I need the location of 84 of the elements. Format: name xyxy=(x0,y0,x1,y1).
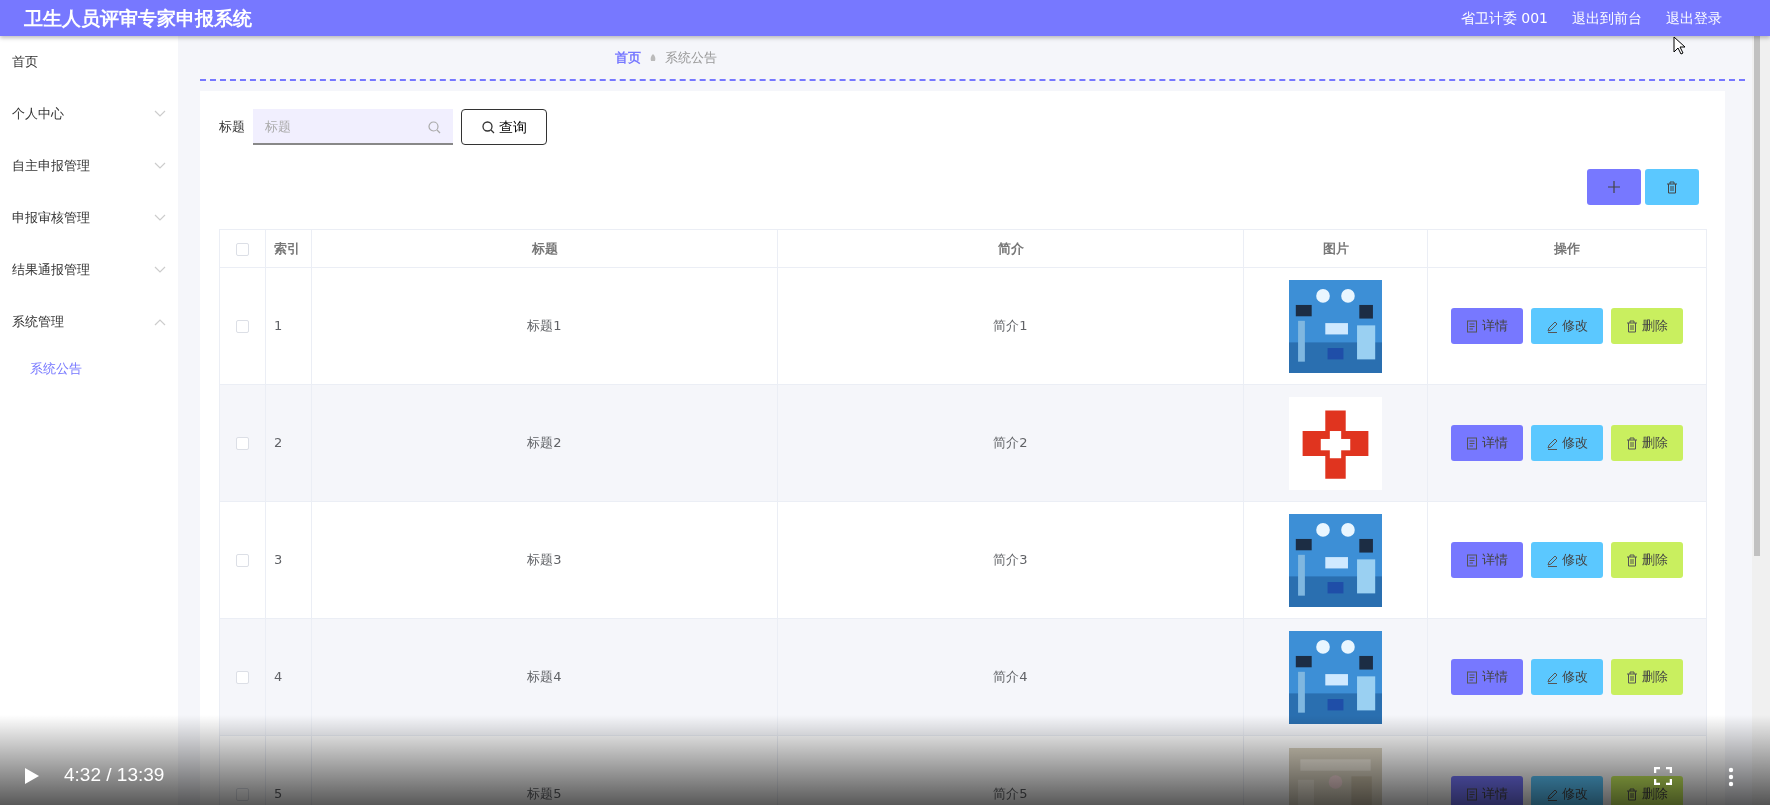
checkbox[interactable] xyxy=(236,788,249,802)
delete-button[interactable]: 删除 xyxy=(1611,308,1683,344)
sidebar-item[interactable]: 系统管理 xyxy=(0,296,178,348)
pencil-icon xyxy=(1546,553,1558,567)
add-button[interactable] xyxy=(1587,169,1641,205)
table-cell: 2 xyxy=(265,384,312,502)
chevron-down-icon xyxy=(154,110,166,118)
table-cell: 1 xyxy=(265,267,312,385)
plus-icon xyxy=(1608,181,1620,193)
document-icon xyxy=(1466,319,1478,333)
search-field[interactable]: 标题 xyxy=(253,109,453,145)
table-cell: 标题2 xyxy=(311,384,778,502)
table-cell: 4 xyxy=(265,618,312,736)
details-button[interactable]: 详情 xyxy=(1451,659,1523,695)
more-icon[interactable] xyxy=(1728,767,1734,787)
checkbox[interactable] xyxy=(236,320,249,334)
sidebar-item[interactable]: 个人中心 xyxy=(0,88,178,140)
pencil-icon xyxy=(1546,436,1558,450)
edit-button[interactable]: 修改 xyxy=(1531,659,1603,695)
trash-icon xyxy=(1666,180,1678,194)
chevron-up-icon xyxy=(154,318,166,326)
details-button[interactable]: 详情 xyxy=(1451,542,1523,578)
pencil-icon xyxy=(1546,787,1558,801)
scrollbar-thumb[interactable] xyxy=(1754,36,1760,556)
details-button[interactable]: 详情 xyxy=(1451,425,1523,461)
trash-icon xyxy=(1626,670,1638,684)
sidebar-item[interactable]: 首页 xyxy=(0,36,178,88)
table-cell: 简介2 xyxy=(777,384,1244,502)
trash-icon xyxy=(1626,436,1638,450)
table-cell: 简介3 xyxy=(777,501,1244,619)
document-icon xyxy=(1466,670,1478,684)
column-header: 标题 xyxy=(311,229,778,268)
fullscreen-icon[interactable] xyxy=(1654,767,1672,785)
column-header: 操作 xyxy=(1427,229,1707,268)
document-icon xyxy=(1466,787,1478,801)
breadcrumb-link[interactable]: 首页 xyxy=(615,47,641,68)
sidebar-subitem[interactable]: 系统公告 xyxy=(0,348,178,390)
user-name: 省卫计委 001 xyxy=(1460,8,1548,28)
table-cell: 简介1 xyxy=(777,267,1244,385)
checkbox[interactable] xyxy=(236,437,249,451)
search-label: 标题 xyxy=(219,118,245,137)
chevron-down-icon xyxy=(154,162,166,170)
search-icon xyxy=(481,120,495,134)
column-header: 图片 xyxy=(1243,229,1428,268)
trash-icon xyxy=(1626,787,1638,801)
search-icon xyxy=(428,121,441,134)
table-cell: 简介4 xyxy=(777,618,1244,736)
table-cell: 标题4 xyxy=(311,618,778,736)
pencil-icon xyxy=(1546,319,1558,333)
separator-icon xyxy=(649,53,657,62)
chevron-down-icon xyxy=(154,266,166,274)
column-header: 索引 xyxy=(265,229,312,268)
delete-button[interactable]: 删除 xyxy=(1611,542,1683,578)
checkbox[interactable] xyxy=(236,242,249,256)
sidebar-item[interactable]: 结果通报管理 xyxy=(0,244,178,296)
delete-button[interactable]: 删除 xyxy=(1611,425,1683,461)
sidebar-item[interactable]: 自主申报管理 xyxy=(0,140,178,192)
breadcrumb-current: 系统公告 xyxy=(665,48,717,67)
app-title: 卫生人员评审专家申报系统 xyxy=(24,5,252,31)
search-button[interactable]: 查询 xyxy=(461,109,547,145)
table-cell: 3 xyxy=(265,501,312,619)
pencil-icon xyxy=(1546,670,1558,684)
header-link[interactable]: 退出登录 xyxy=(1666,7,1722,29)
delete-button[interactable]: 删除 xyxy=(1611,776,1683,805)
header-link[interactable]: 退出到前台 xyxy=(1572,7,1642,29)
trash-icon xyxy=(1626,319,1638,333)
document-icon xyxy=(1466,436,1478,450)
document-icon xyxy=(1466,553,1478,567)
checkbox[interactable] xyxy=(236,671,249,685)
sidebar-item[interactable]: 申报审核管理 xyxy=(0,192,178,244)
table-cell: 标题1 xyxy=(311,267,778,385)
video-time: 4:32 / 13:39 xyxy=(64,762,165,787)
column-header: 简介 xyxy=(777,229,1244,268)
delete-button[interactable]: 删除 xyxy=(1611,659,1683,695)
trash-icon xyxy=(1626,553,1638,567)
play-icon[interactable] xyxy=(24,767,40,785)
chevron-down-icon xyxy=(154,214,166,222)
edit-button[interactable]: 修改 xyxy=(1531,308,1603,344)
checkbox[interactable] xyxy=(236,554,249,568)
table-cell: 标题3 xyxy=(311,501,778,619)
edit-button[interactable]: 修改 xyxy=(1531,425,1603,461)
edit-button[interactable]: 修改 xyxy=(1531,542,1603,578)
delete-button[interactable] xyxy=(1645,169,1699,205)
details-button[interactable]: 详情 xyxy=(1451,308,1523,344)
